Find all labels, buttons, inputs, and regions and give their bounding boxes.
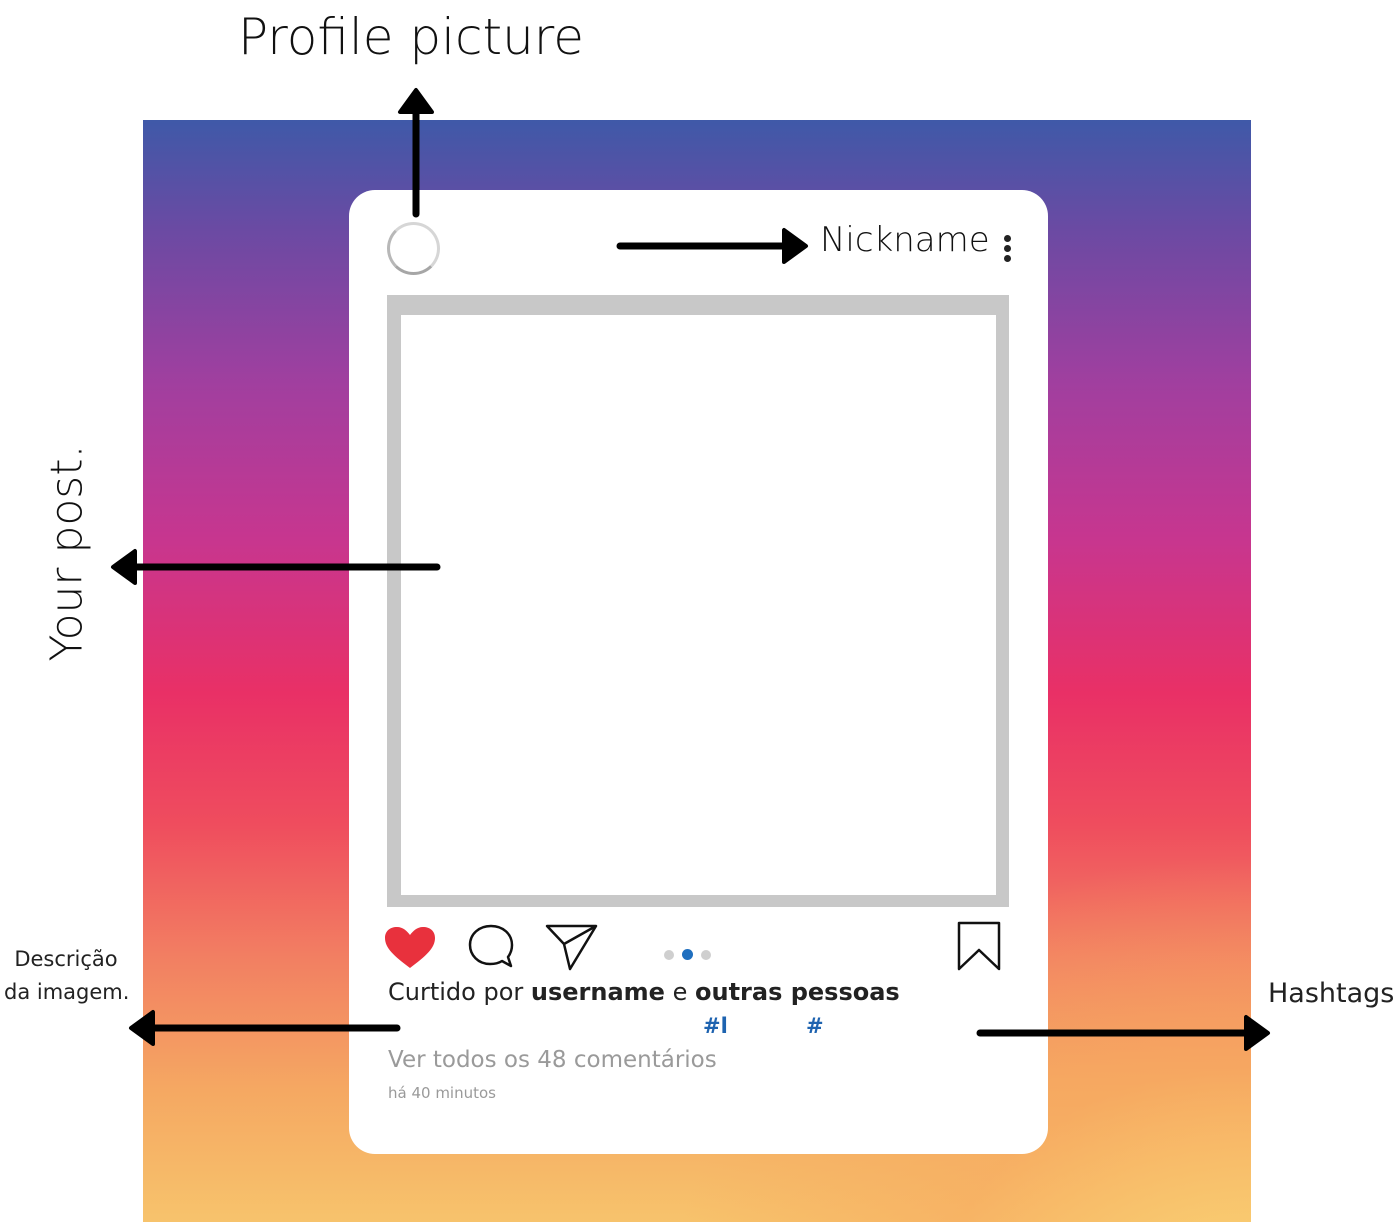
arrow-description-head xyxy=(129,1010,155,1046)
annotation-arrows xyxy=(111,88,1270,1051)
arrow-post-head xyxy=(111,549,137,585)
arrow-profile-head xyxy=(398,88,434,114)
arrow-hashtags-head xyxy=(1244,1015,1270,1051)
arrow-nickname-head xyxy=(782,228,808,264)
